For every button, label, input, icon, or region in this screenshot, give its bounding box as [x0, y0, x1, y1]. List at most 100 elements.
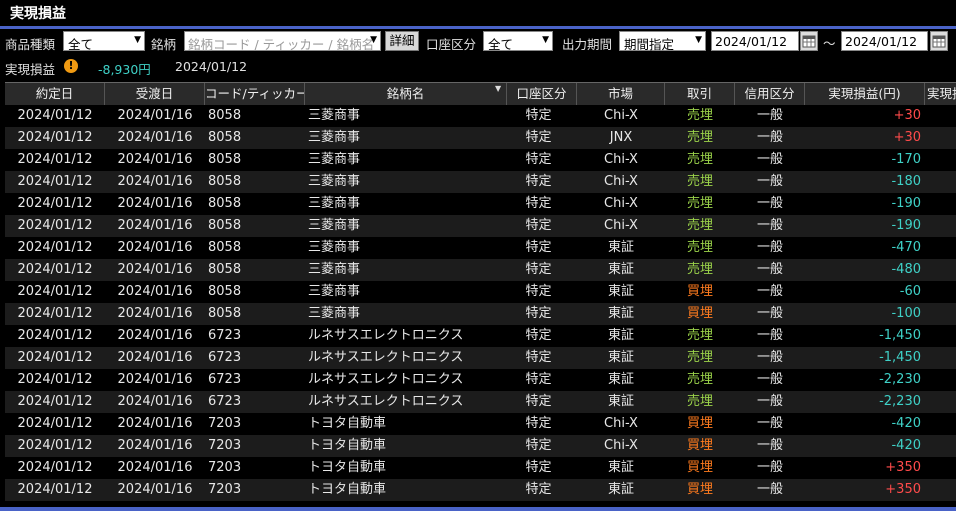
date-to-input[interactable]: 2024/01/12 — [841, 31, 928, 51]
date-from-value: 2024/01/12 — [715, 34, 788, 49]
credit-cell: 一般 — [756, 482, 783, 497]
account-cell: 特定 — [525, 306, 552, 321]
account-cell: 特定 — [525, 130, 552, 145]
period-select[interactable]: 期間指定 ▼ — [619, 31, 706, 52]
account-cell: 特定 — [525, 284, 552, 299]
trade-date-cell: 2024/01/12 — [17, 196, 93, 211]
account-cell: 特定 — [525, 416, 552, 431]
sort-desc-icon: ▼ — [495, 84, 502, 93]
pl-cell: -60 — [899, 284, 921, 299]
table-row[interactable]: 2024/01/12 2024/01/16 8058 三菱商事 特定 東証 売埋 一般 -480 — [5, 259, 956, 281]
product-type-select[interactable]: 全て ▼ — [63, 31, 145, 52]
chevron-down-icon: ▼ — [134, 35, 141, 45]
chevron-down-icon: ▼ — [695, 35, 702, 45]
column-header[interactable]: 口座区分 — [507, 83, 577, 105]
credit-cell: 一般 — [756, 196, 783, 211]
pl-table: 約定日 受渡日 コード/ティッカー 銘柄名 ▼ 口座区分 市場 取引 信用区分 … — [5, 82, 956, 501]
table-row[interactable]: 2024/01/12 2024/01/16 8058 三菱商事 特定 Chi-X 売埋 一般 -… — [5, 193, 956, 215]
market-cell: 東証 — [607, 284, 634, 299]
code-cell: 8058 — [208, 306, 242, 321]
date-from-input[interactable]: 2024/01/12 — [711, 31, 799, 51]
table-row[interactable]: 2024/01/12 2024/01/16 6723 ルネサスエレクトロニクス 特定 東証… — [5, 391, 956, 413]
market-cell: Chi-X — [604, 174, 638, 189]
pl-cell: +350 — [885, 460, 921, 475]
account-cell: 特定 — [525, 240, 552, 255]
account-cell: 特定 — [525, 108, 552, 123]
table-row[interactable]: 2024/01/12 2024/01/16 6723 ルネサスエレクトロニクス 特定 東証… — [5, 369, 956, 391]
account-cell: 特定 — [525, 196, 552, 211]
table-row[interactable]: 2024/01/12 2024/01/16 8058 三菱商事 特定 東証 売埋 一般 -470 — [5, 237, 956, 259]
code-cell: 8058 — [208, 108, 242, 123]
market-cell: 東証 — [607, 240, 634, 255]
table-row[interactable]: 2024/01/12 2024/01/16 6723 ルネサスエレクトロニクス 特定 東証… — [5, 347, 956, 369]
credit-cell: 一般 — [756, 306, 783, 321]
pl-cell: -190 — [891, 196, 921, 211]
account-cell: 特定 — [525, 328, 552, 343]
account-select[interactable]: 全て ▼ — [483, 31, 553, 52]
trade-date-cell: 2024/01/12 — [17, 130, 93, 145]
code-cell: 8058 — [208, 284, 242, 299]
trade-cell: 買埋 — [686, 482, 713, 497]
column-header[interactable]: 信用区分 — [735, 83, 805, 105]
table-row[interactable]: 2024/01/12 2024/01/16 8058 三菱商事 特定 東証 買埋 一般 -60 — [5, 281, 956, 303]
account-cell: 特定 — [525, 350, 552, 365]
column-header[interactable]: 実現損 — [925, 83, 956, 105]
table-row[interactable]: 2024/01/12 2024/01/16 6723 ルネサスエレクトロニクス 特定 東証… — [5, 325, 956, 347]
table-row[interactable]: 2024/01/12 2024/01/16 7203 トヨタ自動車 特定 Chi-X 買埋 一… — [5, 435, 956, 457]
calendar-icon[interactable] — [930, 31, 948, 51]
column-header[interactable]: 市場 — [577, 83, 665, 105]
bottom-divider — [0, 507, 956, 511]
market-cell: Chi-X — [604, 108, 638, 123]
chevron-down-icon[interactable]: ▼ — [370, 35, 377, 45]
table-row[interactable]: 2024/01/12 2024/01/16 8058 三菱商事 特定 東証 買埋 一般 -100 — [5, 303, 956, 325]
symbol-input[interactable]: 銘柄コード / ティッカー / 銘柄名 ▼ — [184, 31, 381, 52]
name-cell: ルネサスエレクトロニクス — [308, 372, 464, 387]
code-cell: 8058 — [208, 262, 242, 277]
table-row[interactable]: 2024/01/12 2024/01/16 8058 三菱商事 特定 Chi-X 売埋 一般 +… — [5, 105, 956, 127]
pl-cell: +350 — [885, 482, 921, 497]
column-header[interactable]: 銘柄名 — [305, 83, 507, 105]
trade-cell: 売埋 — [686, 218, 713, 233]
name-cell: 三菱商事 — [308, 218, 361, 233]
trade-date-cell: 2024/01/12 — [17, 108, 93, 123]
warning-icon[interactable]: ! — [64, 59, 78, 73]
market-cell: 東証 — [607, 482, 634, 497]
settle-date-cell: 2024/01/16 — [117, 306, 193, 321]
table-row[interactable]: 2024/01/12 2024/01/16 8058 三菱商事 特定 Chi-X 売埋 一般 -… — [5, 171, 956, 193]
credit-cell: 一般 — [756, 130, 783, 145]
account-value: 全て — [488, 37, 514, 52]
name-cell: トヨタ自動車 — [308, 416, 387, 431]
code-cell: 7203 — [208, 416, 242, 431]
trade-date-cell: 2024/01/12 — [17, 438, 93, 453]
date-to-value: 2024/01/12 — [845, 34, 918, 49]
pl-cell: -420 — [891, 416, 921, 431]
table-row[interactable]: 2024/01/12 2024/01/16 7203 トヨタ自動車 特定 東証 買埋 一般 +3… — [5, 457, 956, 479]
table-row[interactable]: 2024/01/12 2024/01/16 7203 トヨタ自動車 特定 東証 買埋 一般 +3… — [5, 479, 956, 501]
settle-date-cell: 2024/01/16 — [117, 174, 193, 189]
calendar-icon[interactable] — [800, 31, 818, 51]
settle-date-cell: 2024/01/16 — [117, 196, 193, 211]
code-cell: 6723 — [208, 394, 242, 409]
table-row[interactable]: 2024/01/12 2024/01/16 8058 三菱商事 特定 Chi-X 売埋 一般 -… — [5, 149, 956, 171]
account-cell: 特定 — [525, 460, 552, 475]
column-header[interactable]: 受渡日 — [105, 83, 205, 105]
column-header[interactable]: 取引 — [665, 83, 735, 105]
table-row[interactable]: 2024/01/12 2024/01/16 8058 三菱商事 特定 Chi-X 売埋 一般 -… — [5, 215, 956, 237]
detail-button[interactable]: 詳細 — [385, 31, 419, 51]
column-header[interactable]: 実現損益(円) — [805, 83, 925, 105]
column-header[interactable]: 約定日 — [5, 83, 105, 105]
trade-date-cell: 2024/01/12 — [17, 218, 93, 233]
credit-cell: 一般 — [756, 240, 783, 255]
column-header[interactable]: コード/ティッカー — [205, 83, 305, 105]
code-cell: 6723 — [208, 372, 242, 387]
code-cell: 8058 — [208, 130, 242, 145]
name-cell: 三菱商事 — [308, 196, 361, 211]
table-row[interactable]: 2024/01/12 2024/01/16 8058 三菱商事 特定 JNX 売埋 一般 +30 — [5, 127, 956, 149]
pl-cell: -170 — [891, 152, 921, 167]
trade-cell: 売埋 — [686, 262, 713, 277]
title-bar: 実現損益 — [0, 0, 956, 24]
trade-date-cell: 2024/01/12 — [17, 306, 93, 321]
summary-total: -8,930円 — [98, 62, 151, 77]
trade-date-cell: 2024/01/12 — [17, 394, 93, 409]
table-row[interactable]: 2024/01/12 2024/01/16 7203 トヨタ自動車 特定 Chi-X 買埋 一… — [5, 413, 956, 435]
